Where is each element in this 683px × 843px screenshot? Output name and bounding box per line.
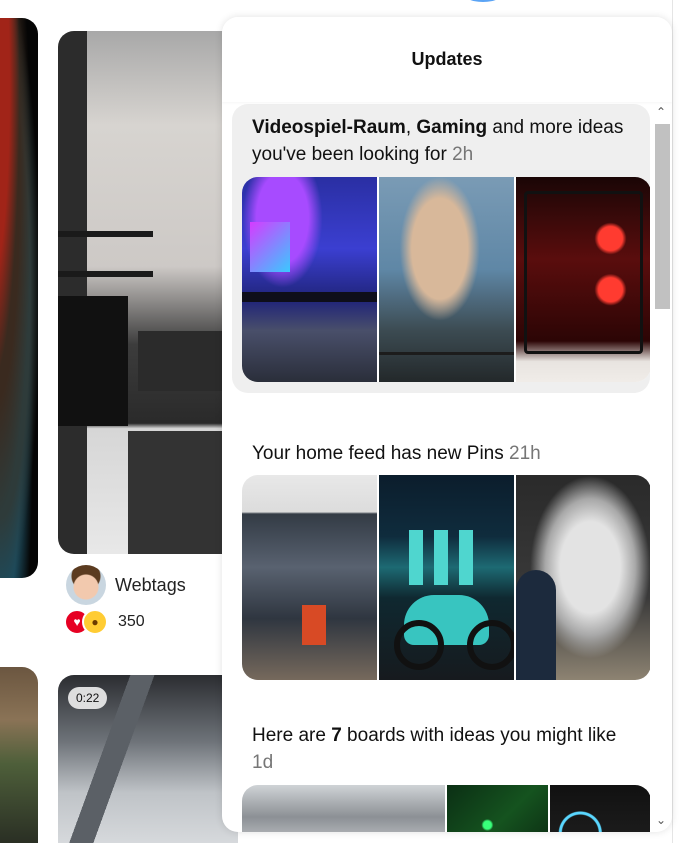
wow-face-icon: ● bbox=[82, 609, 108, 635]
update-text: Here are 7 boards with ideas you might l… bbox=[252, 722, 637, 776]
pin-reactions[interactable]: ♥ ● 350 bbox=[64, 609, 145, 635]
thumbnail-gaming-room[interactable] bbox=[242, 177, 377, 382]
thumbnail-circuit-board[interactable] bbox=[446, 785, 548, 832]
thumbnail-pc-parts[interactable] bbox=[242, 785, 445, 832]
tower bbox=[434, 530, 448, 585]
pin-image-car[interactable] bbox=[0, 667, 38, 843]
updates-list[interactable]: Videospiel-Raum, Gaming and more ideas y… bbox=[222, 102, 650, 832]
wheel bbox=[467, 620, 514, 670]
thumbnail-horse-painting[interactable] bbox=[516, 475, 650, 680]
update-time: 2h bbox=[452, 144, 474, 165]
thumbnail-street-art[interactable] bbox=[379, 177, 514, 382]
painter bbox=[516, 570, 556, 680]
scroll-thumb[interactable] bbox=[655, 124, 670, 309]
desk bbox=[242, 292, 377, 302]
tower bbox=[409, 530, 423, 585]
wheel bbox=[394, 620, 444, 670]
pin-video-thumbnail[interactable]: 0:22 bbox=[58, 675, 238, 843]
update-message: boards with ideas you might like bbox=[341, 725, 617, 746]
update-thumbnails[interactable] bbox=[242, 177, 650, 382]
update-item[interactable]: Your home feed has new Pins 21h bbox=[232, 402, 650, 680]
pin-creator[interactable]: Webtags bbox=[66, 565, 186, 605]
railing bbox=[379, 352, 514, 355]
thumbnail-graffiti-house[interactable] bbox=[242, 475, 377, 680]
thumbnail-motorcycle[interactable] bbox=[379, 475, 514, 680]
pin-image-left[interactable] bbox=[0, 18, 38, 578]
reaction-count: 350 bbox=[118, 613, 145, 630]
update-text: Your home feed has new Pins 21h bbox=[252, 440, 637, 467]
thumbnail-red-pc[interactable] bbox=[516, 177, 650, 382]
updates-header: Updates bbox=[222, 17, 672, 102]
profile-avatar-button[interactable] bbox=[460, 0, 506, 2]
page-edge bbox=[672, 0, 683, 843]
board-count: 7 bbox=[331, 725, 342, 746]
updates-panel: Updates Videospiel-Raum, Gaming and more… bbox=[222, 17, 672, 832]
shelf bbox=[58, 231, 153, 237]
update-time: 21h bbox=[509, 443, 541, 464]
separator: , bbox=[405, 117, 417, 138]
shelf bbox=[58, 271, 153, 277]
update-thumbnails[interactable] bbox=[242, 475, 650, 680]
board-thumbnails[interactable] bbox=[242, 785, 650, 832]
update-item[interactable]: Here are 7 boards with ideas you might l… bbox=[232, 684, 650, 832]
tv-stand bbox=[58, 296, 128, 426]
thumbnail-speaker[interactable] bbox=[549, 785, 650, 832]
pc-case bbox=[524, 191, 643, 354]
pin-image-gaming-room[interactable] bbox=[58, 31, 238, 554]
chevron-up-icon[interactable]: ⌃ bbox=[650, 104, 672, 120]
monitor bbox=[250, 222, 290, 272]
update-time: 1d bbox=[252, 752, 274, 773]
video-duration-badge: 0:22 bbox=[68, 687, 108, 709]
update-message: Your home feed has new Pins bbox=[252, 443, 510, 464]
creator-name[interactable]: Webtags bbox=[115, 575, 186, 596]
updates-scrollbar[interactable]: ⌃ ⌄ bbox=[650, 102, 672, 832]
tower bbox=[459, 530, 473, 585]
update-item[interactable]: Videospiel-Raum, Gaming and more ideas y… bbox=[232, 104, 650, 393]
update-message: Here are bbox=[252, 725, 332, 746]
window bbox=[302, 605, 326, 645]
update-text: Videospiel-Raum, Gaming and more ideas y… bbox=[252, 114, 637, 168]
avatar[interactable] bbox=[66, 565, 106, 605]
topic-link[interactable]: Gaming bbox=[416, 117, 487, 138]
updates-title: Updates bbox=[411, 49, 483, 69]
topic-link[interactable]: Videospiel-Raum bbox=[252, 117, 406, 138]
chevron-down-icon[interactable]: ⌄ bbox=[650, 812, 672, 828]
